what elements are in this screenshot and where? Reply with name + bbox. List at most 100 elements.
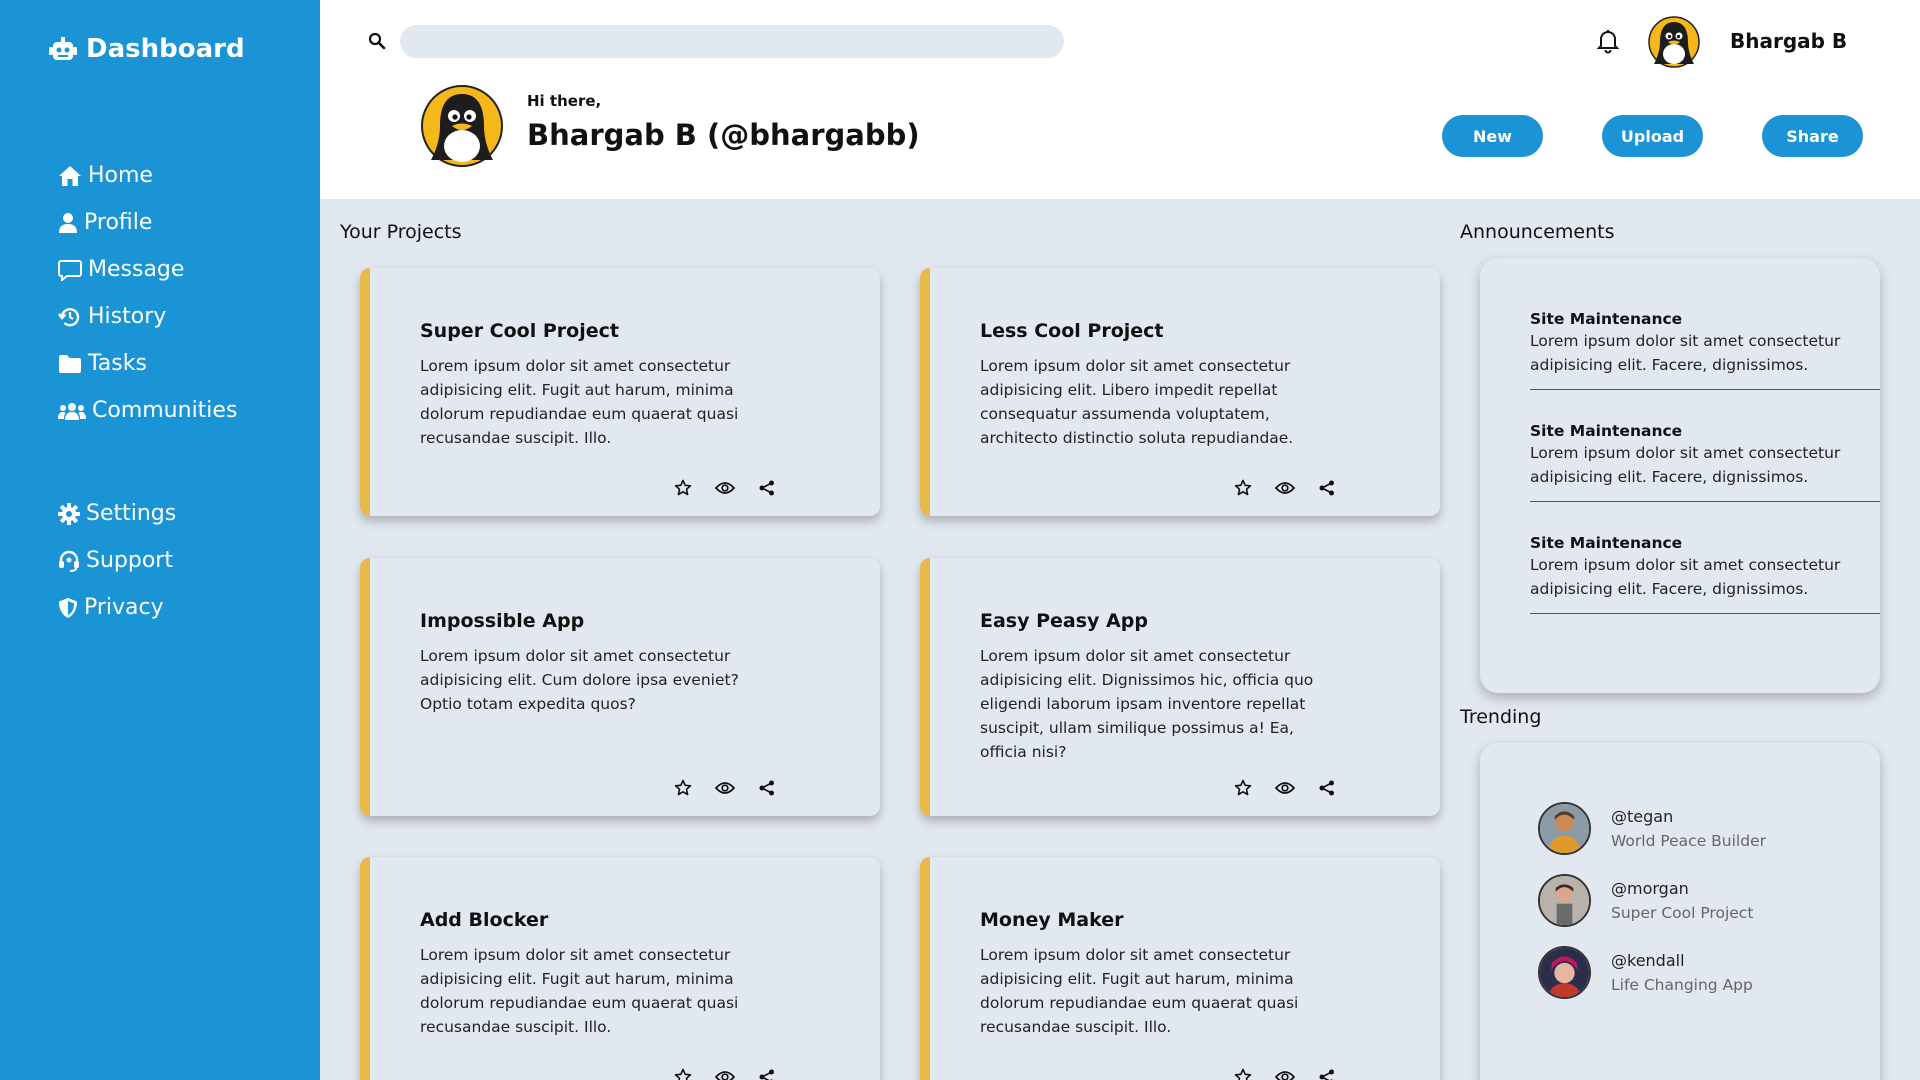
user-name[interactable]: Bhargab B	[1730, 29, 1847, 53]
share-icon[interactable]	[757, 1067, 777, 1080]
avatar[interactable]	[1648, 16, 1700, 68]
share-icon[interactable]	[1317, 478, 1337, 498]
announcement-body: Lorem ipsum dolor sit amet consectetur a…	[1530, 332, 1841, 374]
card-actions	[673, 478, 777, 498]
share-button[interactable]: Share	[1762, 115, 1863, 157]
share-icon[interactable]	[1317, 778, 1337, 798]
project-title: Easy Peasy App	[980, 610, 1148, 632]
eye-icon[interactable]	[1275, 478, 1295, 498]
trending-panel: @tegan World Peace Builder @morgan Super…	[1480, 743, 1880, 1080]
sidebar-item-label: Profile	[84, 210, 153, 235]
project-card[interactable]: Impossible App Lorem ipsum dolor sit ame…	[360, 558, 880, 816]
card-actions	[673, 778, 777, 798]
sidebar-item-message[interactable]: Message	[58, 246, 237, 293]
project-card[interactable]: Super Cool Project Lorem ipsum dolor sit…	[360, 268, 880, 516]
sidebar-item-communities[interactable]: Communities	[58, 387, 237, 434]
gear-icon	[58, 502, 80, 525]
new-button[interactable]: New	[1442, 115, 1543, 157]
project-title: Add Blocker	[420, 909, 549, 931]
eye-icon[interactable]	[715, 778, 735, 798]
upload-button[interactable]: Upload	[1602, 115, 1703, 157]
sidebar-item-label: Support	[86, 548, 173, 573]
main-nav: Home Profile Message History Tasks Commu…	[58, 152, 237, 434]
project-card[interactable]: Less Cool Project Lorem ipsum dolor sit …	[920, 268, 1440, 516]
trending-handle: @morgan	[1611, 878, 1689, 898]
share-icon[interactable]	[757, 478, 777, 498]
sidebar-item-profile[interactable]: Profile	[58, 199, 237, 246]
star-icon[interactable]	[673, 1067, 693, 1080]
project-description: Lorem ipsum dolor sit amet consectetur a…	[980, 946, 1299, 1036]
eye-icon[interactable]	[715, 1067, 735, 1080]
announcement-item[interactable]: Site Maintenance Lorem ipsum dolor sit a…	[1530, 421, 1880, 502]
announcement-title: Site Maintenance	[1530, 534, 1683, 552]
project-title: Super Cool Project	[420, 320, 619, 342]
header: Bhargab B Hi there, Bhargab B (@bhargabb…	[320, 0, 1920, 199]
share-icon[interactable]	[757, 778, 777, 798]
card-actions	[673, 1067, 777, 1080]
project-card[interactable]: Money Maker Lorem ipsum dolor sit amet c…	[920, 857, 1440, 1080]
star-icon[interactable]	[1233, 1067, 1253, 1080]
projects-title: Your Projects	[340, 221, 462, 243]
project-title: Impossible App	[420, 610, 585, 632]
trending-handle: @tegan	[1611, 806, 1674, 826]
avatar	[1538, 874, 1591, 927]
sidebar-item-settings[interactable]: Settings	[58, 490, 176, 537]
project-description: Lorem ipsum dolor sit amet consectetur a…	[420, 946, 739, 1036]
trending-project: Super Cool Project	[1611, 903, 1754, 922]
greeting: Hi there,	[527, 92, 602, 110]
trending-handle: @kendall	[1611, 950, 1685, 970]
history-icon	[58, 307, 80, 326]
announcement-body: Lorem ipsum dolor sit amet consectetur a…	[1530, 556, 1841, 598]
user-icon	[59, 212, 77, 233]
sidebar-item-privacy[interactable]: Privacy	[58, 584, 176, 631]
star-icon[interactable]	[673, 478, 693, 498]
announcement-item[interactable]: Site Maintenance Lorem ipsum dolor sit a…	[1530, 533, 1880, 614]
avatar	[1538, 946, 1591, 999]
eye-icon[interactable]	[1275, 778, 1295, 798]
headset-icon	[59, 550, 79, 572]
project-description: Lorem ipsum dolor sit amet consectetur a…	[980, 357, 1294, 447]
sidebar-item-label: History	[88, 304, 167, 329]
sidebar-item-home[interactable]: Home	[58, 152, 237, 199]
star-icon[interactable]	[673, 778, 693, 798]
announcement-body: Lorem ipsum dolor sit amet consectetur a…	[1530, 444, 1841, 486]
trending-item[interactable]: @tegan World Peace Builder	[1538, 802, 1766, 855]
sidebar: Dashboard Home Profile Message History T…	[0, 0, 320, 1080]
sidebar-item-history[interactable]: History	[58, 293, 237, 340]
project-description: Lorem ipsum dolor sit amet consectetur a…	[420, 647, 739, 713]
folder-icon	[59, 354, 81, 373]
card-actions	[1233, 778, 1337, 798]
bell-icon[interactable]	[1596, 28, 1620, 54]
eye-icon[interactable]	[1275, 1067, 1295, 1080]
project-card[interactable]: Add Blocker Lorem ipsum dolor sit amet c…	[360, 857, 880, 1080]
announcement-item[interactable]: Site Maintenance Lorem ipsum dolor sit a…	[1530, 309, 1880, 390]
star-icon[interactable]	[1233, 478, 1253, 498]
trending-item[interactable]: @kendall Life Changing App	[1538, 946, 1753, 999]
search-icon[interactable]	[368, 32, 386, 50]
project-title: Less Cool Project	[980, 320, 1164, 342]
announcement-title: Site Maintenance	[1530, 422, 1683, 440]
search-input[interactable]	[400, 25, 1064, 58]
home-icon	[59, 165, 81, 186]
trending-title: Trending	[1460, 706, 1542, 728]
sidebar-item-label: Privacy	[84, 595, 164, 620]
message-icon	[58, 259, 82, 281]
card-actions	[1233, 478, 1337, 498]
brand-label: Dashboard	[86, 34, 245, 64]
announcements-title: Announcements	[1460, 221, 1615, 243]
project-description: Lorem ipsum dolor sit amet consectetur a…	[980, 647, 1314, 761]
sidebar-item-tasks[interactable]: Tasks	[58, 340, 237, 387]
eye-icon[interactable]	[715, 478, 735, 498]
share-icon[interactable]	[1317, 1067, 1337, 1080]
users-icon	[58, 402, 86, 420]
trending-item[interactable]: @morgan Super Cool Project	[1538, 874, 1753, 927]
brand[interactable]: Dashboard	[48, 34, 245, 64]
avatar	[1538, 802, 1591, 855]
project-description: Lorem ipsum dolor sit amet consectetur a…	[420, 357, 739, 447]
sidebar-item-label: Settings	[86, 501, 177, 526]
star-icon[interactable]	[1233, 778, 1253, 798]
sidebar-item-support[interactable]: Support	[58, 537, 176, 584]
project-card[interactable]: Easy Peasy App Lorem ipsum dolor sit ame…	[920, 558, 1440, 816]
sidebar-item-label: Message	[88, 257, 185, 282]
secondary-nav: Settings Support Privacy	[58, 490, 176, 631]
